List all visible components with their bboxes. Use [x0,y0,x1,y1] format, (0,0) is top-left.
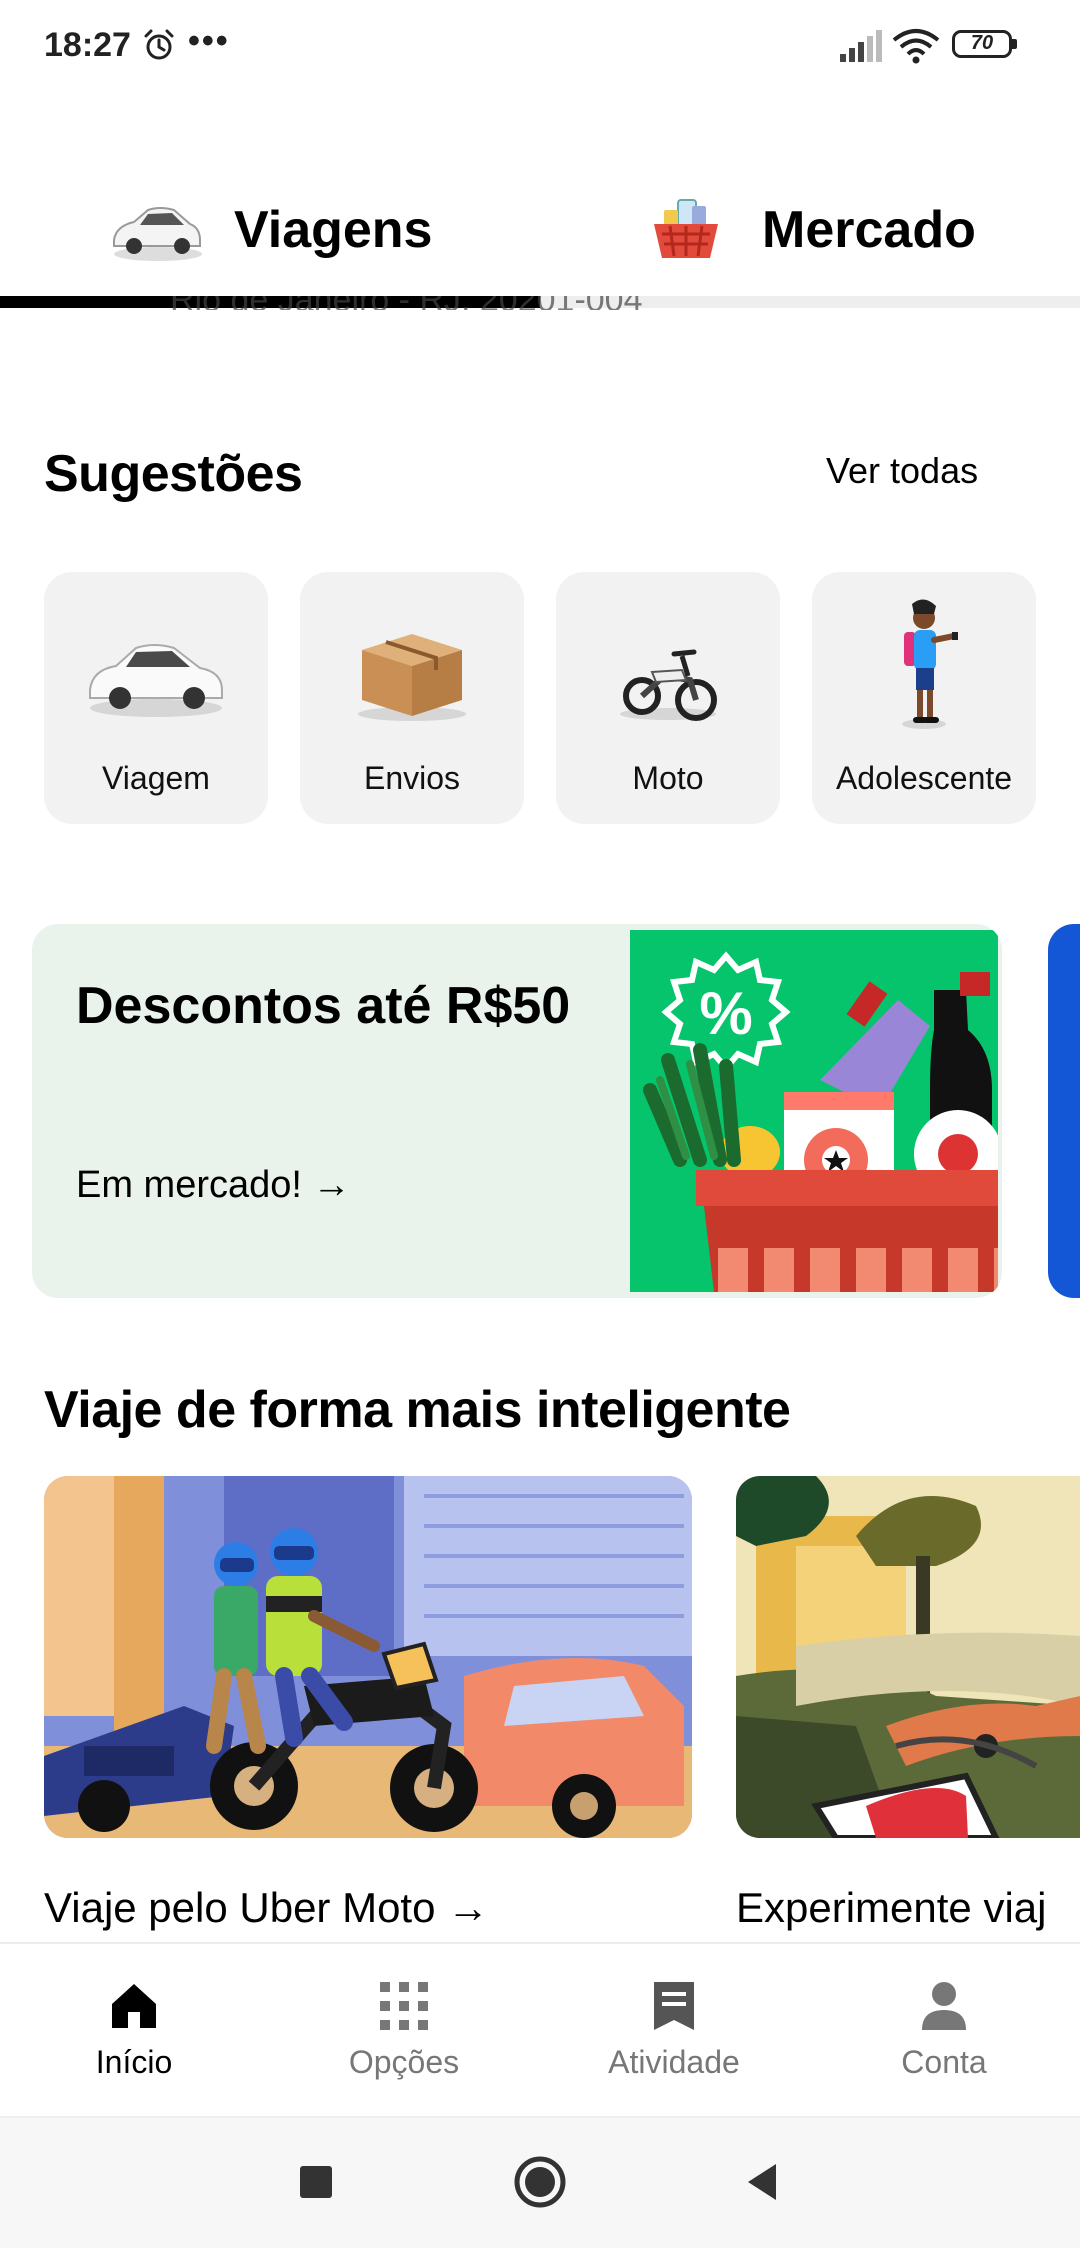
car-icon [113,207,202,261]
alarm-icon [144,29,174,60]
suggestion-label: Moto [632,760,704,796]
suggestion-label: Adolescente [835,760,1013,796]
nav-inicio[interactable]: Início [34,1944,234,2118]
uber-moto-card[interactable] [44,1476,692,1838]
bottom-navigation: Início Opções Atividade Conta [0,1942,1080,2118]
nav-label: Conta [901,2044,987,2080]
suggestion-adolescente[interactable]: Adolescente [812,572,1036,824]
nav-label: Opções [348,2044,460,2080]
grocery-basket-icon [654,199,718,258]
experiment-caption[interactable]: Experimente viaj [736,1884,1046,1932]
package-icon [358,634,466,721]
home-button-icon[interactable] [512,2154,568,2210]
person-icon [922,1982,966,2030]
promo-title: Descontos até R$50 [76,977,571,1035]
clipped-address: Rio de Janeiro - RJ, 20201-004 [170,296,643,310]
svg-text:%: % [699,980,752,1047]
home-icon [112,1984,156,2028]
nav-label: Início [95,2044,173,2080]
experiment-card[interactable] [736,1476,1080,1838]
recents-icon[interactable] [288,2154,344,2210]
uber-moto-caption[interactable]: Viaje pelo Uber Moto → [44,1884,489,1932]
nav-opcoes[interactable]: Opções [304,1944,504,2118]
signal-icon [840,30,882,62]
receipt-icon [654,1982,694,2030]
grid-icon [380,1982,428,2030]
nav-label: Atividade [608,2044,740,2080]
suggestion-moto[interactable]: Moto [556,572,780,824]
suggestion-envios[interactable]: Envios [300,572,524,824]
smarter-title: Viaje de forma mais inteligente [44,1381,791,1439]
experiment-illustration [736,1476,1080,1838]
status-time: 18:27 [44,26,131,64]
system-navigation-bar [0,2116,1080,2248]
status-bar: 18:27 ••• 70 [0,0,1080,96]
tab-viagens-label: Viagens [234,201,433,259]
back-icon[interactable] [736,2154,792,2210]
battery-icon: 70 [952,30,1024,64]
motorcycle-icon [620,649,717,721]
nav-conta[interactable]: Conta [844,1944,1044,2118]
suggestions-title: Sugestões [44,445,303,503]
grocery-promo-illustration: % [630,930,998,1292]
car-icon [89,644,223,717]
tab-mercado-label: Mercado [762,201,976,259]
promo-banner[interactable]: Descontos até R$50 Em mercado! → % [32,924,1002,1298]
wifi-icon [892,29,940,64]
promo-link[interactable]: Em mercado! → [76,1164,351,1207]
see-all-link[interactable]: Ver todas [826,450,978,492]
suggestion-label: Viagem [102,760,210,796]
suggestion-viagem[interactable]: Viagem [44,572,268,824]
suggestion-label: Envios [363,760,461,796]
uber-moto-illustration [44,1476,692,1838]
next-promo-card[interactable] [1048,924,1080,1298]
tab-viagens[interactable]: Viagens [0,180,540,300]
tab-mercado[interactable]: Mercado [540,180,1080,300]
battery-level: 70 [970,32,994,54]
teen-icon [902,599,958,729]
nav-atividade[interactable]: Atividade [574,1944,774,2118]
more-notifications-icon: ••• [188,22,230,60]
